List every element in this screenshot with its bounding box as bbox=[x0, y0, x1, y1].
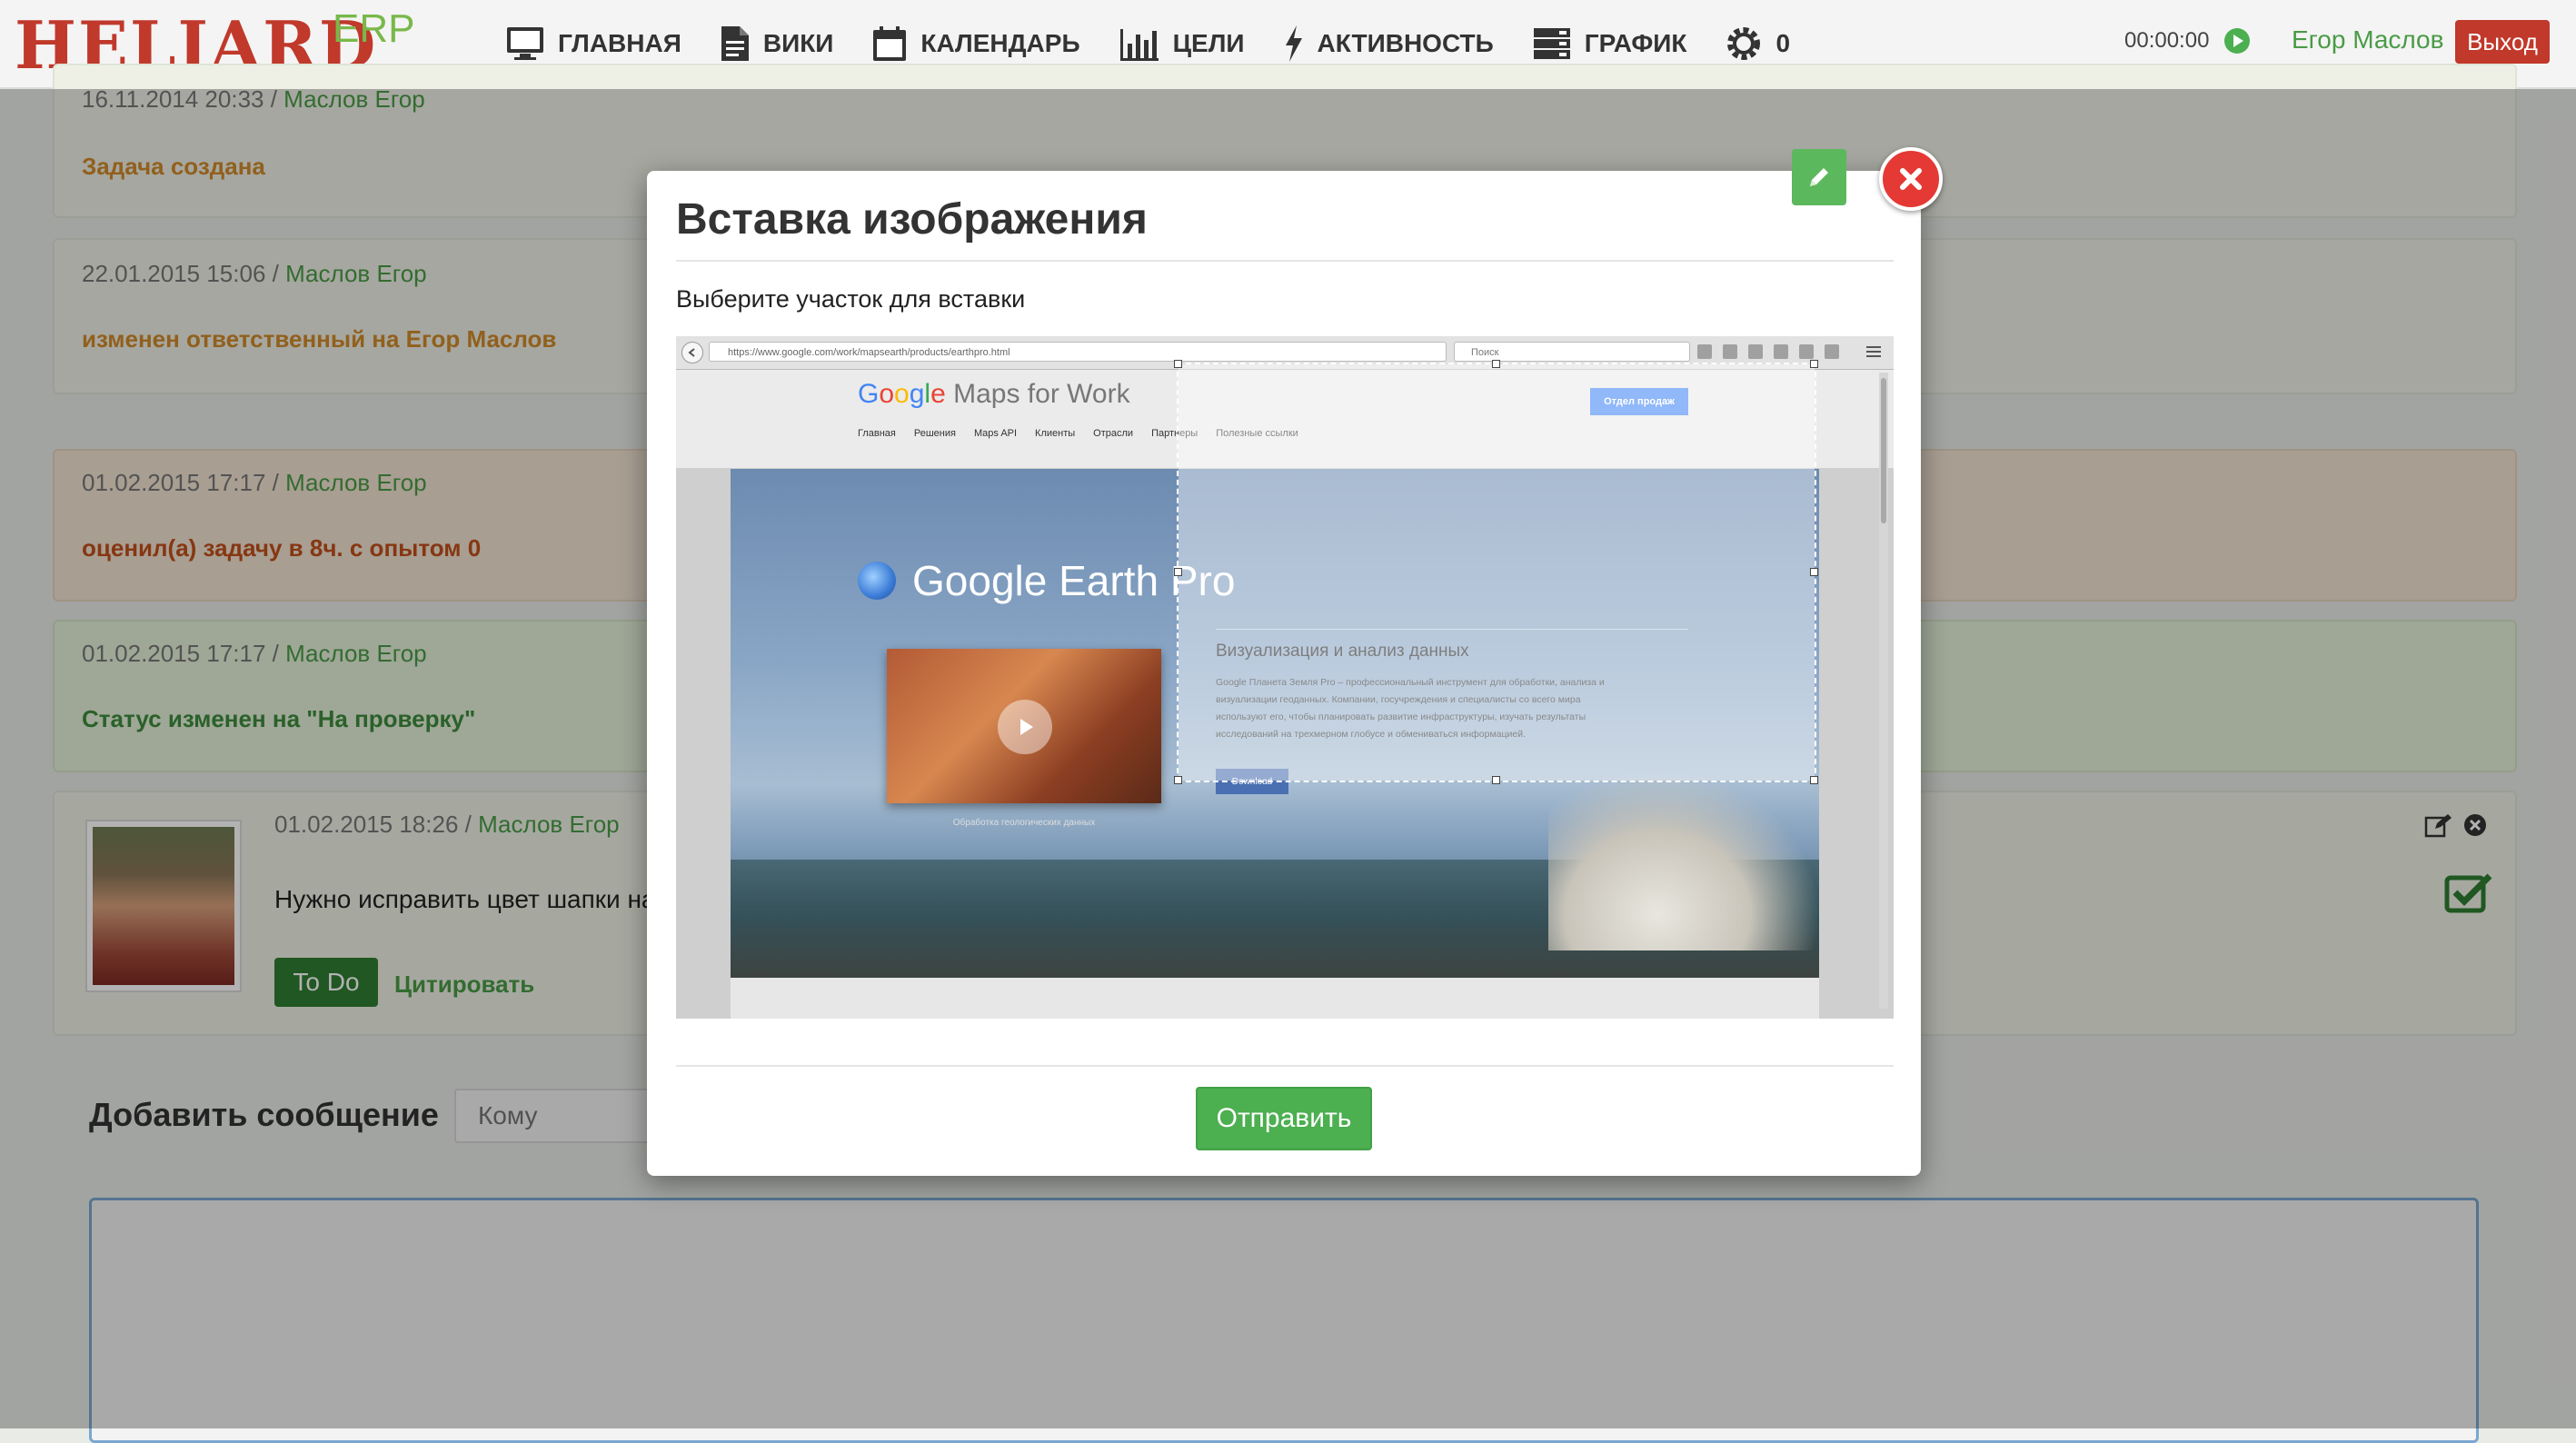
close-icon bbox=[1900, 168, 1922, 190]
image-crop-area[interactable]: https://www.google.com/work/mapsearth/pr… bbox=[676, 336, 1894, 1019]
logout-button[interactable]: Выход bbox=[2455, 20, 2550, 64]
back-arrow-icon bbox=[681, 342, 703, 363]
settings-count: 0 bbox=[1775, 29, 1791, 57]
screenshot-nav-item: Maps API bbox=[973, 428, 1018, 439]
screenshot-nav-item: Решения bbox=[913, 428, 956, 439]
pencil-icon bbox=[1810, 168, 1828, 186]
lightning-icon bbox=[1286, 25, 1303, 62]
send-icon bbox=[1799, 344, 1814, 359]
screenshot-scrollbar-thumb bbox=[1881, 378, 1886, 523]
bar-chart-icon bbox=[1119, 29, 1159, 61]
crop-selection[interactable] bbox=[1174, 360, 1818, 784]
nav-wiki[interactable]: ВИКИ bbox=[720, 25, 834, 63]
crop-handle-left[interactable] bbox=[1174, 568, 1182, 576]
crop-handle-right[interactable] bbox=[1810, 568, 1818, 576]
nav-calendar[interactable]: КАЛЕНДАРЬ bbox=[871, 25, 1080, 63]
modal-title: Вставка изображения bbox=[676, 195, 1148, 244]
send-button[interactable]: Отправить bbox=[1196, 1087, 1372, 1150]
brand-rest: Maps for Work bbox=[945, 379, 1130, 409]
clipboard-icon bbox=[1723, 344, 1737, 359]
nav-wiki-label: ВИКИ bbox=[762, 29, 834, 57]
google-earth-icon bbox=[858, 562, 896, 600]
crop-handle-top-right[interactable] bbox=[1810, 360, 1818, 368]
crop-handle-bottom-right[interactable] bbox=[1810, 776, 1818, 784]
hamburger-icon bbox=[1866, 346, 1881, 357]
screenshot-footer-strip bbox=[731, 978, 1819, 1019]
crop-handle-bottom[interactable] bbox=[1492, 776, 1500, 784]
screenshot-nav-item: Отрасли bbox=[1093, 428, 1134, 439]
crop-handle-top-left[interactable] bbox=[1174, 360, 1182, 368]
extension-icon bbox=[1825, 344, 1839, 359]
screenshot-url: https://www.google.com/work/mapsearth/pr… bbox=[709, 342, 1447, 362]
nav-activity-label: АКТИВНОСТЬ bbox=[1317, 29, 1494, 57]
browser-toolbar-icons bbox=[1697, 344, 1850, 359]
crop-handle-top[interactable] bbox=[1492, 360, 1500, 368]
nav-calendar-label: КАЛЕНДАРЬ bbox=[920, 29, 1080, 57]
google-maps-brand: Google Maps for Work bbox=[858, 379, 1130, 410]
play-icon[interactable] bbox=[2223, 27, 2251, 55]
gear-icon bbox=[1727, 27, 1761, 60]
home-icon bbox=[1774, 344, 1788, 359]
nav-home[interactable]: ГЛАВНАЯ bbox=[505, 25, 681, 62]
brand-letter: o bbox=[879, 379, 895, 409]
star-icon bbox=[1697, 344, 1712, 359]
close-modal-button[interactable] bbox=[1879, 147, 1943, 211]
nav-home-label: ГЛАВНАЯ bbox=[558, 29, 681, 57]
user-name-link[interactable]: Егор Маслов bbox=[2292, 25, 2444, 55]
modal-divider bbox=[676, 260, 1894, 262]
nav-goals[interactable]: ЦЕЛИ bbox=[1119, 25, 1245, 62]
nav-goals-label: ЦЕЛИ bbox=[1172, 29, 1245, 57]
play-icon bbox=[998, 700, 1052, 754]
screenshot-nav-item: Главная bbox=[858, 428, 896, 439]
logo-erp-suffix: ERP bbox=[333, 6, 415, 51]
brand-letter: e bbox=[930, 379, 946, 409]
modal-hint: Выберите участок для вставки bbox=[676, 285, 1026, 313]
video-caption: Обработка геологических данных bbox=[952, 818, 1096, 828]
modal-divider bbox=[676, 1065, 1894, 1067]
server-icon bbox=[1533, 28, 1570, 59]
screenshot-search: Поиск bbox=[1454, 342, 1690, 362]
monitor-icon bbox=[507, 27, 543, 60]
video-thumbnail bbox=[887, 649, 1161, 803]
calendar-icon bbox=[873, 26, 907, 61]
nav-schedule-label: ГРАФИК bbox=[1584, 29, 1687, 57]
main-nav: ГЛАВНАЯ ВИКИ КАЛЕНДАРЬ ЦЕЛИ АКТИВНОСТЬ Г… bbox=[505, 20, 1828, 67]
crop-handle-bottom-left[interactable] bbox=[1174, 776, 1182, 784]
timer-value: 00:00:00 bbox=[2124, 28, 2210, 53]
opera-house-image bbox=[1548, 769, 1821, 950]
nav-activity[interactable]: АКТИВНОСТЬ bbox=[1282, 24, 1494, 64]
screenshot-nav-item: Клиенты bbox=[1035, 428, 1076, 439]
brand-letter: g bbox=[909, 379, 925, 409]
time-tracker: 00:00:00 bbox=[2124, 27, 2251, 55]
nav-settings[interactable]: 0 bbox=[1725, 25, 1790, 63]
download-icon bbox=[1748, 344, 1763, 359]
brand-letter: o bbox=[894, 379, 910, 409]
brand-letter: G bbox=[858, 379, 880, 409]
document-icon bbox=[721, 26, 749, 61]
edit-image-button[interactable] bbox=[1792, 149, 1846, 205]
nav-schedule[interactable]: ГРАФИК bbox=[1532, 26, 1687, 61]
